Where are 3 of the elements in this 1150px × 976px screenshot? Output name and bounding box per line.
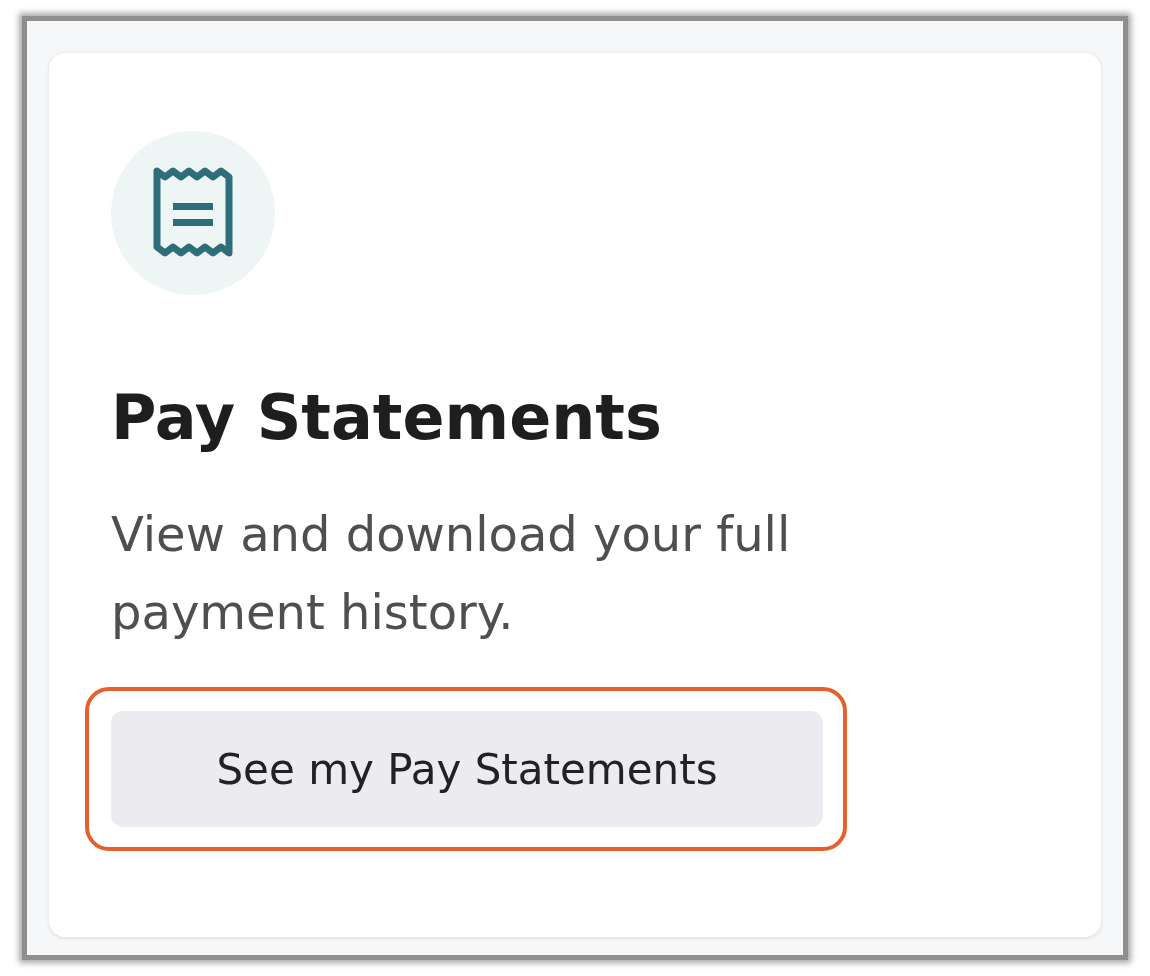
see-statements-button[interactable]: See my Pay Statements — [111, 711, 823, 828]
card-title: Pay Statements — [111, 381, 663, 456]
card-description: View and download your full payment history. — [111, 505, 792, 643]
